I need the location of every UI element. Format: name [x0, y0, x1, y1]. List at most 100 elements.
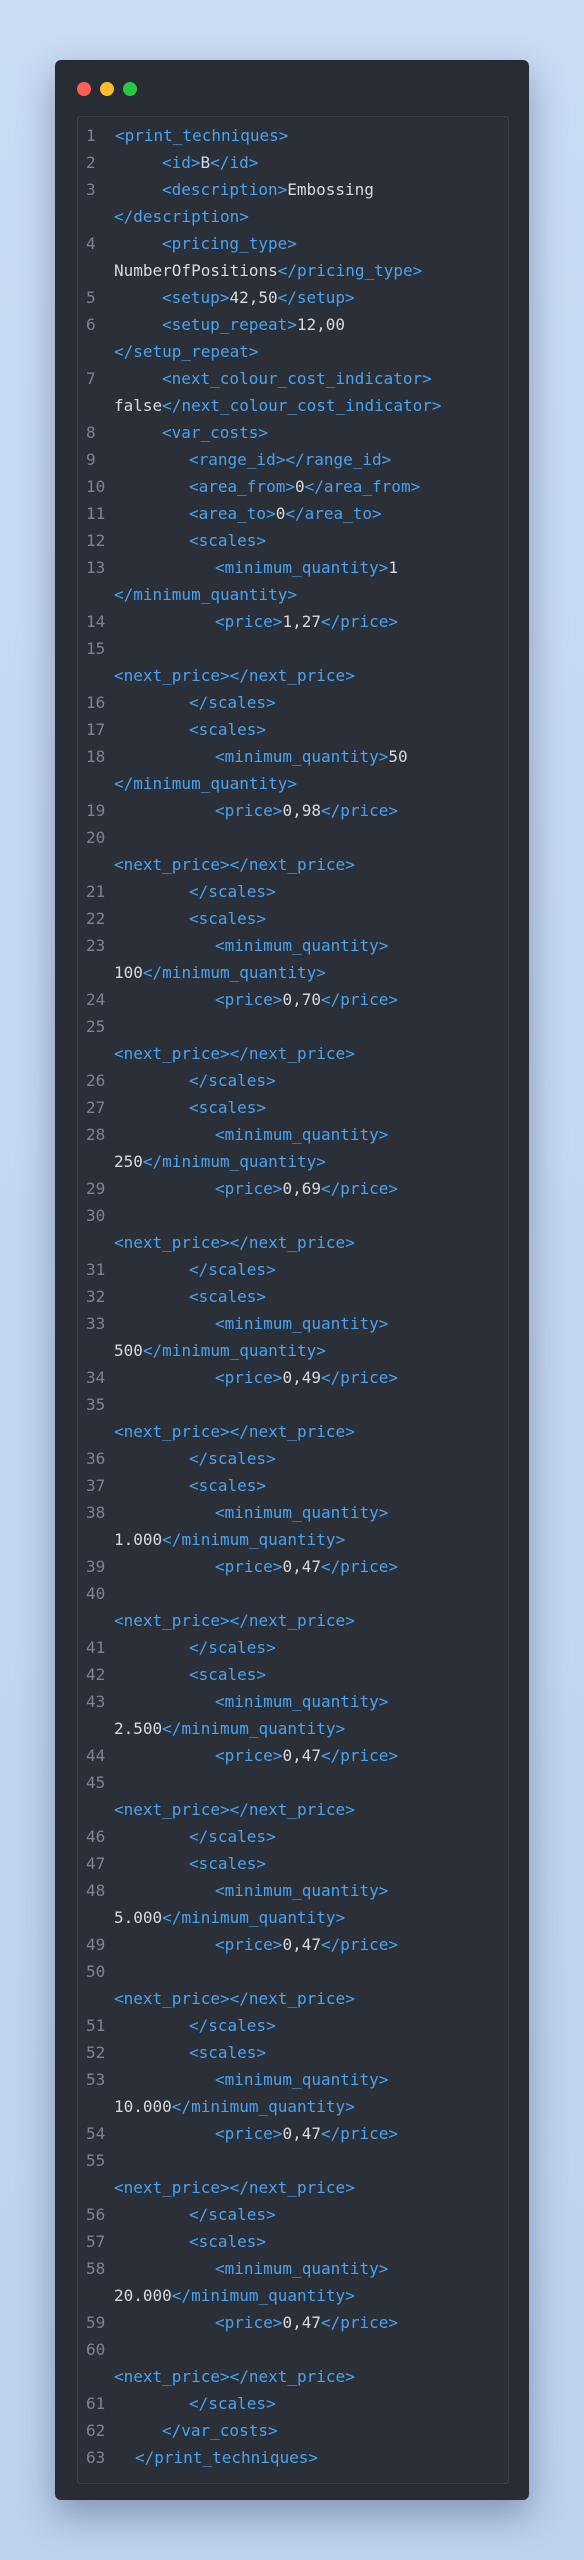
code-text: </scales>	[189, 1256, 276, 1283]
code-text: </scales>	[189, 2390, 276, 2417]
xml-tag: </scales>	[189, 1449, 276, 1468]
line-number: 14	[86, 612, 106, 631]
code-line: 35 <next_price></next_price>	[78, 1391, 508, 1445]
xml-value: 100	[114, 963, 143, 982]
line-number: 61	[86, 2394, 106, 2413]
code-line: 58 <minimum_quantity> 20.000</minimum_quan…	[78, 2255, 508, 2309]
xml-value: 2.500	[114, 1719, 163, 1738]
xml-tag: </minimum_quantity>	[162, 1719, 346, 1738]
xml-tag: </price>	[320, 801, 399, 820]
xml-tag: <minimum_quantity>	[215, 747, 389, 766]
xml-tag: <next_price>	[114, 855, 230, 874]
code-line: 9 <range_id></range_id>	[78, 446, 508, 473]
line-number: 47	[86, 1854, 106, 1873]
line-number: 59	[86, 2313, 106, 2332]
code-line: 11 <area_to>0</area_to>	[78, 500, 508, 527]
xml-tag: </id>	[210, 153, 259, 172]
wrapped-code-text: </setup_repeat>	[114, 338, 259, 365]
xml-tag: <price>	[215, 1557, 283, 1576]
wrapped-code-text: <next_price></next_price>	[114, 1796, 355, 1823]
code-line: 63 </print_techniques>	[78, 2444, 508, 2471]
code-line: 3 <description>Embossing </description>	[78, 176, 508, 230]
wrapped-code-text: <next_price></next_price>	[114, 1418, 355, 1445]
code-lines: 1 <print_techniques> 2 <id>B</id> 3 <descript…	[78, 122, 508, 2471]
xml-tag: </scales>	[189, 882, 276, 901]
code-line: 61 </scales>	[78, 2390, 508, 2417]
wrapped-code-text: </minimum_quantity>	[114, 770, 297, 797]
wrapped-code-text: <next_price></next_price>	[114, 1607, 355, 1634]
code-text: <minimum_quantity>	[215, 1877, 388, 1904]
code-line: 14 <price>1,27</price>	[78, 608, 508, 635]
wrapped-code-text: </description>	[114, 203, 249, 230]
xml-value: 12,00	[296, 315, 346, 334]
line-number: 54	[86, 2124, 106, 2143]
line-number: 57	[86, 2232, 106, 2251]
line-number: 44	[86, 1746, 106, 1765]
line-number: 1	[86, 126, 96, 145]
line-number: 20	[86, 828, 106, 847]
line-number: 34	[86, 1368, 106, 1387]
code-text: <scales>	[189, 1472, 266, 1499]
xml-tag: <price>	[215, 1179, 283, 1198]
line-number: 11	[86, 504, 106, 523]
line-number: 23	[86, 936, 106, 955]
wrapped-code-text: <next_price></next_price>	[114, 2363, 355, 2390]
code-line: 49 <price>0,47</price>	[78, 1931, 508, 1958]
code-line: 22 <scales>	[78, 905, 508, 932]
xml-tag: <scales>	[189, 1854, 267, 1873]
xml-tag: </price>	[320, 2124, 399, 2143]
xml-value: 0,47	[282, 1557, 321, 1576]
code-text: <var_costs>	[162, 419, 268, 446]
code-text: <minimum_quantity>50	[215, 743, 408, 770]
xml-tag: <print_techniques>	[115, 126, 289, 145]
code-line: 46 </scales>	[78, 1823, 508, 1850]
minimize-window-icon[interactable]	[100, 82, 114, 96]
code-line: 29 <price>0,69</price>	[78, 1175, 508, 1202]
code-line: 8 <var_costs>	[78, 419, 508, 446]
xml-tag: <next_price>	[114, 2178, 230, 2197]
code-text: <scales>	[189, 2228, 266, 2255]
xml-tag: <price>	[215, 612, 283, 631]
xml-tag: </next_price>	[229, 1989, 355, 2008]
wrapped-code-text: 5.000</minimum_quantity>	[114, 1904, 345, 1931]
line-number: 38	[86, 1503, 106, 1522]
xml-tag: <next_price>	[114, 1989, 230, 2008]
code-line: 31 </scales>	[78, 1256, 508, 1283]
xml-value: 500	[114, 1341, 143, 1360]
code-text: <price>0,98</price>	[215, 797, 398, 824]
line-number: 29	[86, 1179, 106, 1198]
xml-tag: </scales>	[189, 1827, 276, 1846]
line-number: 12	[86, 531, 106, 550]
code-line: 17 <scales>	[78, 716, 508, 743]
code-line: 37 <scales>	[78, 1472, 508, 1499]
line-number: 37	[86, 1476, 106, 1495]
xml-tag: </scales>	[189, 1638, 276, 1657]
code-text: <price>0,70</price>	[215, 986, 398, 1013]
code-text: <minimum_quantity>	[215, 1121, 388, 1148]
code-text: <minimum_quantity>	[215, 932, 388, 959]
code-line: 7 <next_colour_cost_indicator> false</next…	[78, 365, 508, 419]
maximize-window-icon[interactable]	[123, 82, 137, 96]
code-line: 33 <minimum_quantity> 500</minimum_quantit…	[78, 1310, 508, 1364]
xml-value: 0,47	[282, 2124, 321, 2143]
xml-tag: <range_id>	[189, 450, 286, 469]
xml-tag: <minimum_quantity>	[215, 936, 389, 955]
xml-tag: </minimum_quantity>	[114, 774, 298, 793]
xml-tag: <price>	[215, 1935, 283, 1954]
xml-tag: </minimum_quantity>	[142, 1152, 326, 1171]
code-line: 21 </scales>	[78, 878, 508, 905]
xml-tag: </scales>	[189, 1260, 276, 1279]
close-window-icon[interactable]	[77, 82, 91, 96]
xml-tag: </next_price>	[229, 1233, 355, 1252]
xml-value: 50	[388, 747, 408, 766]
code-text: <scales>	[189, 1661, 266, 1688]
code-line: 51 </scales>	[78, 2012, 508, 2039]
code-line: 16 </scales>	[78, 689, 508, 716]
wrapped-code-text: 20.000</minimum_quantity>	[114, 2282, 355, 2309]
line-number: 60	[86, 2340, 106, 2359]
xml-tag: </minimum_quantity>	[162, 1908, 346, 1927]
code-line: 20 <next_price></next_price>	[78, 824, 508, 878]
xml-value: false	[114, 396, 163, 415]
line-number: 41	[86, 1638, 106, 1657]
code-text: <price>1,27</price>	[215, 608, 398, 635]
